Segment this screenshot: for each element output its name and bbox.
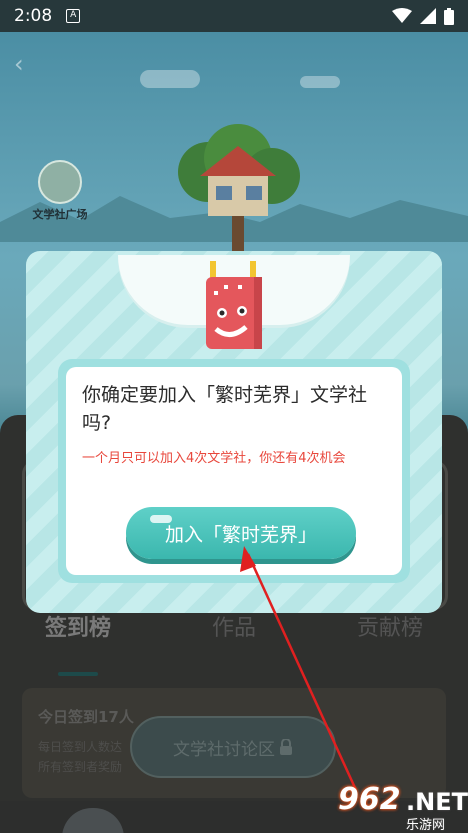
plaza-icon — [38, 160, 82, 204]
join-button-label: 加入「繁时芜界」 — [164, 523, 317, 546]
notification-icon: A — [66, 9, 81, 23]
battery-icon — [444, 7, 454, 25]
status-icons — [392, 7, 454, 25]
watermark-logo: 962 .NET 乐游网 — [318, 782, 468, 833]
watermark-sub: 乐游网 — [406, 818, 446, 833]
tab-checkin[interactable]: 签到榜 — [18, 610, 138, 642]
dialog-card: 你确定要加入「繁时芜界」文学社吗? 一个月只可以加入4次文学社，你还有4次机会 … — [58, 359, 410, 583]
status-bar: 2:08 A — [0, 0, 468, 32]
watermark-brand: 962 — [338, 782, 401, 817]
literary-plaza-button[interactable]: 文学社广场 — [28, 160, 92, 222]
tab-contribution[interactable]: 贡献榜 — [330, 610, 450, 642]
tab-works[interactable]: 作品 — [174, 610, 294, 642]
discussion-label: 文学社讨论区 — [173, 739, 275, 760]
dialog-question: 你确定要加入「繁时芜界」文学社吗? — [82, 384, 368, 434]
button-shine — [150, 515, 172, 523]
back-arrow-icon[interactable]: ‹ — [14, 50, 24, 78]
dialog-note: 一个月只可以加入4次文学社，你还有4次机会 — [82, 451, 346, 466]
wifi-icon — [392, 8, 412, 23]
dialog-content: 你确定要加入「繁时芜界」文学社吗? 一个月只可以加入4次文学社，你还有4次机会 … — [66, 367, 402, 575]
mascot-image — [206, 261, 262, 349]
discussion-area-button[interactable]: 文学社讨论区 — [130, 716, 336, 778]
cloud — [300, 76, 340, 88]
signal-icon — [420, 8, 436, 24]
join-club-button[interactable]: 加入「繁时芜界」 — [126, 507, 356, 559]
tab-underline — [58, 672, 98, 676]
join-dialog: 你确定要加入「繁时芜界」文学社吗? 一个月只可以加入4次文学社，你还有4次机会 … — [26, 251, 442, 613]
lock-icon — [280, 739, 292, 755]
status-time: 2:08 — [14, 6, 53, 26]
plaza-label: 文学社广场 — [32, 208, 88, 221]
watermark-net: .NET — [406, 788, 468, 816]
treehouse-image — [178, 124, 300, 262]
cloud — [140, 70, 200, 88]
